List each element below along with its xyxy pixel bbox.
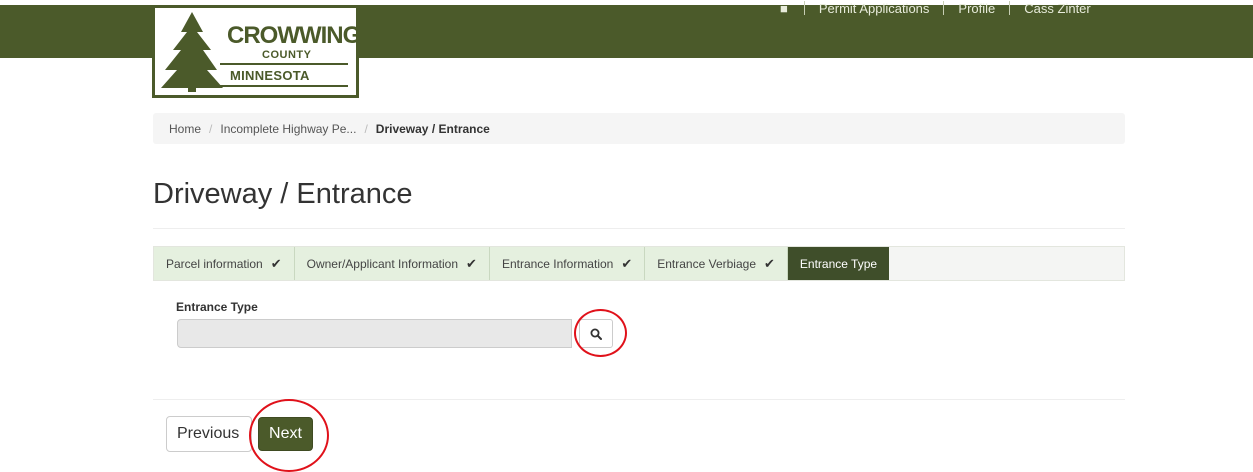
step-label: Parcel information	[166, 256, 263, 271]
divider	[153, 399, 1125, 400]
nav-profile[interactable]: Profile	[958, 1, 995, 16]
search-icon	[590, 328, 602, 340]
logo-county: COUNTY	[262, 49, 312, 61]
wizard-steps: Parcel information ✔ Owner/Applicant Inf…	[153, 246, 1125, 281]
breadcrumb: Home / Incomplete Highway Pe... / Drivew…	[153, 113, 1125, 144]
page-title: Driveway / Entrance	[153, 178, 413, 210]
logo-crowwing: CROWWING	[227, 22, 361, 49]
step-entrance-information[interactable]: Entrance Information ✔	[489, 247, 646, 280]
divider	[153, 228, 1125, 229]
nav-permit-applications[interactable]: Permit Applications	[819, 1, 930, 16]
step-label: Entrance Type	[799, 256, 878, 271]
home-icon[interactable]: ■	[780, 1, 788, 16]
checkmark-icon: ✔	[270, 255, 282, 271]
next-button[interactable]: Next	[258, 417, 313, 451]
checkmark-icon: ✔	[764, 255, 775, 271]
previous-button[interactable]: Previous	[166, 416, 252, 452]
step-entrance-type[interactable]: Entrance Type	[787, 247, 890, 280]
nav-divider	[943, 1, 945, 15]
top-nav: ■ Permit Applications Profile Cass Zinte…	[780, 0, 1091, 18]
breadcrumb-home[interactable]: Home	[169, 122, 201, 136]
nav-divider	[1009, 1, 1011, 15]
pine-tree-icon	[161, 12, 223, 92]
step-label: Entrance Information	[501, 256, 614, 271]
entrance-type-label: Entrance Type	[176, 300, 258, 314]
entrance-type-search-button[interactable]	[579, 319, 613, 348]
step-owner-applicant-information[interactable]: Owner/Applicant Information ✔	[294, 247, 490, 280]
entrance-type-input[interactable]	[177, 319, 572, 348]
crow-wing-county-logo[interactable]: CROWWING COUNTY MINNESOTA	[152, 5, 361, 98]
logo-minnesota-band: MINNESOTA	[220, 63, 348, 87]
breadcrumb-current: Driveway / Entrance	[375, 121, 490, 136]
step-parcel-information[interactable]: Parcel information ✔	[154, 247, 295, 280]
nav-divider	[803, 1, 805, 15]
breadcrumb-separator: /	[364, 121, 368, 136]
logo-minnesota: MINNESOTA	[230, 68, 310, 83]
breadcrumb-separator: /	[209, 121, 213, 136]
nav-user[interactable]: Cass Zinter	[1024, 1, 1090, 16]
checkmark-icon: ✔	[466, 255, 477, 271]
step-label: Owner/Applicant Information	[306, 256, 459, 271]
breadcrumb-incomplete-highway[interactable]: Incomplete Highway Pe...	[220, 122, 356, 136]
step-entrance-verbiage[interactable]: Entrance Verbiage ✔	[645, 247, 788, 280]
checkmark-icon: ✔	[621, 255, 633, 271]
step-label: Entrance Verbiage	[657, 256, 756, 271]
